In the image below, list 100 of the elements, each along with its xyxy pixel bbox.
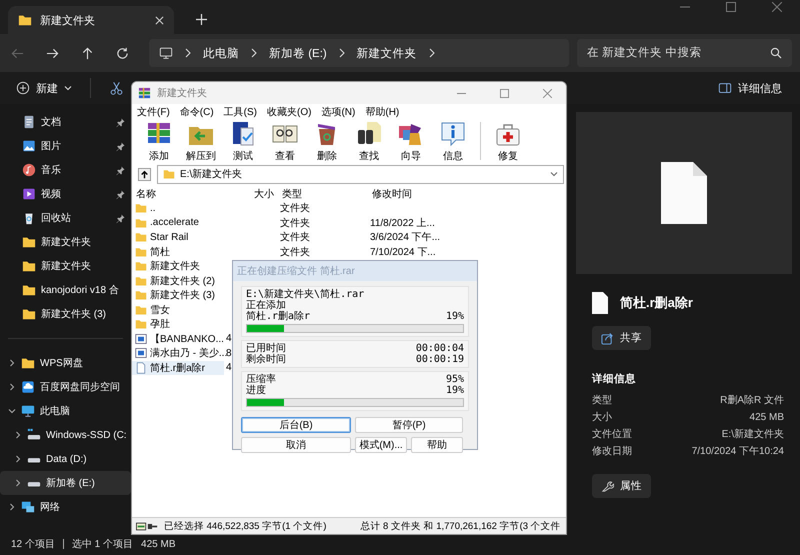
tree-item[interactable]: 此电脑 [0,399,131,423]
file-name-cell[interactable]: Star Rail [132,230,224,244]
date-cell-text: 11/8/2022 上... [369,216,435,230]
video-icon [22,187,36,201]
tree-item[interactable]: Windows-SSD (C: [0,423,131,447]
toolbar-button[interactable]: 添加 [138,120,180,162]
sidebar-item[interactable]: 新建文件夹 (3) [0,302,131,326]
new-tab-icon[interactable] [196,14,207,25]
close-icon[interactable] [155,16,164,24]
maximize-icon[interactable] [500,88,509,98]
file-name-cell[interactable]: 雪女 [132,302,224,317]
menu-item[interactable]: 工具(S) [224,104,258,118]
menu-item[interactable]: 帮助(H) [365,104,400,118]
menu-item[interactable]: 文件(F) [137,104,170,118]
tree-item[interactable]: 网络 [0,495,131,519]
menu-item[interactable]: 选项(N) [321,104,356,118]
sidebar-item[interactable]: 回收站 [0,206,131,230]
new-button[interactable]: 新建 [16,80,72,96]
toolbar-button[interactable]: 解压到 [180,120,222,162]
sidebar-item[interactable]: kanojodori v18 合 [0,278,131,302]
dialog-button[interactable]: 后台(B) [241,417,351,433]
drive-key-icon [136,520,158,532]
sidebar-item[interactable]: 新建文件夹 [0,230,131,254]
sidebar-item[interactable]: 视频 [0,182,131,206]
file-name-cell[interactable]: 新建文件夹 [132,259,224,274]
chevron-right-icon[interactable] [8,383,16,391]
path-field[interactable]: E:\新建文件夹 [157,164,564,184]
property-value: E:\新建文件夹 [722,428,784,442]
toolbar-button[interactable]: 信息 [432,120,474,162]
chevron-right-icon [185,48,191,58]
sidebar-item[interactable]: 新建文件夹 [0,254,131,278]
up-folder-icon[interactable] [138,168,151,180]
breadcrumb-item[interactable]: 此电脑 [203,46,239,60]
close-icon[interactable] [772,2,782,12]
column-header[interactable]: 大小 [224,186,278,200]
refresh-icon[interactable] [116,46,129,60]
dialog-button[interactable]: 帮助 [411,437,463,453]
date-cell-text: 7/10/2024 下... [369,246,436,259]
chevron-right-icon[interactable] [8,359,16,367]
up-icon[interactable] [81,46,94,60]
size-cell-text: 4 [225,333,232,344]
back-icon[interactable] [11,46,24,60]
column-header[interactable]: 名称 [132,186,224,200]
search-field[interactable]: 在 新建文件夹 中搜索 [577,39,792,67]
menu-item[interactable]: 收藏夹(O) [267,104,312,118]
sidebar-item[interactable]: 音乐 [0,158,131,182]
dropdown-icon[interactable] [550,170,558,178]
sidebar-label: 文档 [41,116,61,129]
file-name-cell[interactable]: 【BANBANKO... [132,332,224,346]
file-name-cell[interactable]: .accelerate [132,216,224,230]
chevron-right-icon[interactable] [14,479,22,487]
toolbar-button[interactable]: 查找 [348,120,390,162]
file-name-cell[interactable]: .. [132,201,224,216]
property-label: 大小 [592,410,612,425]
sidebar-label: 新加卷 (E:) [46,476,95,490]
toolbar-button[interactable]: 向导 [390,120,432,162]
dialog-button[interactable]: 取消 [241,437,351,453]
share-button[interactable]: 共享 [592,326,651,350]
tree-item[interactable]: Data (D:) [0,447,131,471]
dialog-button[interactable]: 模式(M)... [355,437,407,453]
dialog-button[interactable]: 暂停(P) [355,417,463,433]
folder-icon [135,231,147,244]
chevron-right-icon[interactable] [14,455,22,463]
toolbar-button[interactable]: 查看 [264,120,306,162]
sidebar-label: Windows-SSD (C: [46,430,127,440]
file-name-cell[interactable]: 简杜 [132,244,224,259]
tree-item[interactable]: 百度网盘同步空间 [0,375,131,399]
file-name-cell[interactable]: 新建文件夹 (3) [132,288,224,302]
stat-label: 进度 [246,385,266,396]
address-bar[interactable]: 此电脑 新加卷 (E:) 新建文件夹 [149,39,569,67]
breadcrumb-item[interactable]: 新加卷 (E:) [269,46,327,60]
properties-button[interactable]: 属性 [592,474,651,498]
file-name-cell[interactable]: 满水由乃 - 美少... [132,346,224,360]
file-name-cell[interactable]: 孕肚 [132,317,224,332]
toolbar-button[interactable]: 删除 [306,120,348,162]
toolbar-button[interactable]: 测试 [222,120,264,162]
toolbar-button[interactable]: 修复 [487,120,529,162]
chevron-right-icon [251,48,257,58]
file-name-cell[interactable]: 简杜.r删a除r [132,360,224,375]
total-summary: 总计 8 文件夹 和 1,770,261,162 字节(3 个文件 [360,520,561,532]
scissors-icon[interactable] [109,80,124,96]
chevron-right-icon[interactable] [8,503,16,511]
sidebar-item[interactable]: 图片 [0,134,131,158]
menu-item[interactable]: 命令(C) [180,104,214,118]
column-header[interactable]: 类型 [278,186,368,200]
picture-icon [22,139,36,153]
chevron-right-icon[interactable] [14,431,22,439]
maximize-icon[interactable] [726,2,736,12]
chevron-right-icon[interactable] [428,48,435,58]
forward-icon[interactable] [46,46,59,60]
details-pane-button[interactable]: 详细信息 [712,80,788,96]
column-header[interactable]: 修改时间 [368,186,566,200]
tree-item[interactable]: WPS网盘 [0,351,131,375]
breadcrumb-item[interactable]: 新建文件夹 [356,46,417,60]
file-name-cell[interactable]: 新建文件夹 (2) [132,274,224,288]
explorer-tab[interactable]: 新建文件夹 [8,6,174,34]
tree-item[interactable]: 新加卷 (E:) [0,471,131,495]
network-icon [21,500,35,514]
chevron-down-icon[interactable] [8,407,16,415]
sidebar-item[interactable]: 文档 [0,110,131,134]
